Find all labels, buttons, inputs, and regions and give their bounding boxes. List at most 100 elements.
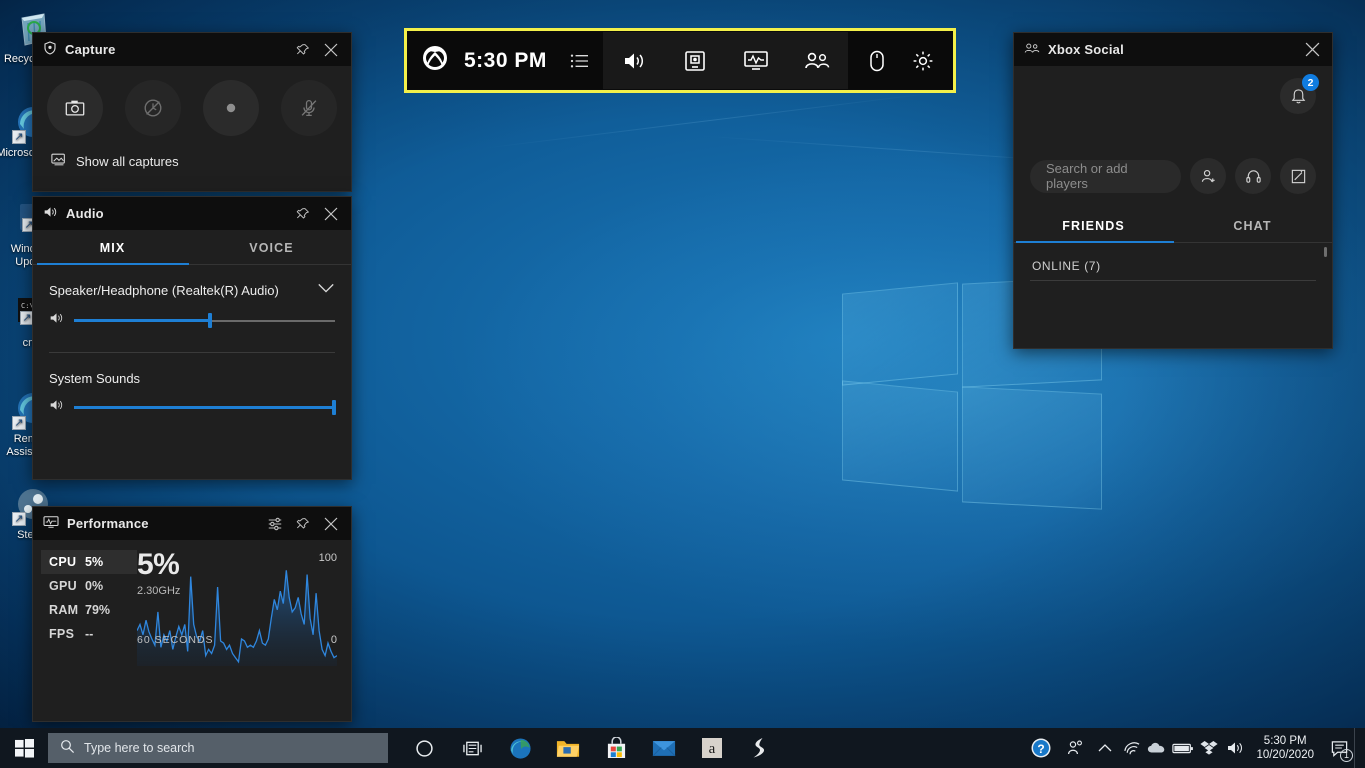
tray-onedrive-icon[interactable] bbox=[1144, 728, 1170, 768]
close-icon[interactable] bbox=[1298, 36, 1326, 64]
pin-icon[interactable] bbox=[289, 200, 317, 228]
tab-voice[interactable]: VOICE bbox=[192, 230, 351, 264]
tray-help-icon[interactable]: ? bbox=[1024, 728, 1058, 768]
stat-ram[interactable]: RAM 79% bbox=[41, 598, 137, 622]
volume-slider-thumb[interactable] bbox=[208, 313, 212, 328]
tab-chat[interactable]: CHAT bbox=[1173, 208, 1332, 242]
capture-titlebar[interactable]: Capture bbox=[33, 33, 351, 66]
show-all-captures-link[interactable]: Show all captures bbox=[33, 136, 351, 170]
taskbar-item-microsoft-edge[interactable] bbox=[496, 728, 544, 768]
xbox-social-tabs: FRIENDS CHAT bbox=[1014, 208, 1332, 243]
notifications-button[interactable]: 2 bbox=[1280, 78, 1316, 114]
game-bar-audio-button[interactable] bbox=[611, 32, 657, 89]
capture-title: Capture bbox=[65, 42, 116, 57]
clock-time: 5:30 PM bbox=[1256, 734, 1314, 748]
svg-text:a: a bbox=[709, 741, 716, 757]
record-last-30s-icon bbox=[142, 97, 164, 119]
stat-value: 5% bbox=[85, 555, 103, 569]
taskbar-clock[interactable]: 5:30 PM 10/20/2020 bbox=[1248, 734, 1324, 762]
audio-widget[interactable]: Audio MIX VOICE Speaker/Headphone (Realt… bbox=[32, 196, 352, 480]
taskbar-item-task-view[interactable] bbox=[448, 728, 496, 768]
pin-icon[interactable] bbox=[289, 510, 317, 538]
audio-titlebar[interactable]: Audio bbox=[33, 197, 351, 230]
stat-gpu[interactable]: GPU 0% bbox=[41, 574, 137, 598]
taskbar[interactable]: Type here to search a ? bbox=[0, 728, 1365, 768]
xbox-social-titlebar[interactable]: Xbox Social bbox=[1014, 33, 1332, 66]
xbox-social-widget[interactable]: Xbox Social 2 Search or add players FRIE… bbox=[1013, 32, 1333, 349]
record-last-30s-button[interactable] bbox=[125, 80, 181, 136]
online-divider bbox=[1030, 280, 1316, 281]
stat-fps[interactable]: FPS -- bbox=[41, 622, 137, 646]
friends-list[interactable]: ONLINE (7) bbox=[1014, 243, 1332, 281]
show-hidden-icons-button[interactable] bbox=[1092, 728, 1118, 768]
capture-buttons-row bbox=[33, 66, 351, 136]
taskbar-item-microsoft-store[interactable] bbox=[592, 728, 640, 768]
edge-icon bbox=[509, 737, 532, 760]
system-sounds-slider-thumb[interactable] bbox=[332, 400, 336, 415]
friends-scrollbar[interactable] bbox=[1324, 247, 1327, 257]
taskbar-item-file-explorer[interactable] bbox=[544, 728, 592, 768]
pin-icon[interactable] bbox=[289, 36, 317, 64]
xbox-logo-icon[interactable] bbox=[422, 45, 448, 76]
system-tray: ? 5:30 PM 10/20/2020 1 bbox=[1024, 728, 1365, 768]
add-friend-button[interactable] bbox=[1190, 158, 1226, 194]
taskbar-item-lightning-app[interactable] bbox=[736, 728, 784, 768]
capture-widget[interactable]: Capture Show all captures bbox=[32, 32, 352, 192]
compose-message-button[interactable] bbox=[1280, 158, 1316, 194]
taskbar-item-cortana[interactable] bbox=[400, 728, 448, 768]
game-bar-performance-button[interactable] bbox=[733, 32, 779, 89]
search-input[interactable]: Type here to search bbox=[48, 733, 388, 763]
mouse-icon bbox=[867, 49, 887, 73]
tray-people-icon[interactable] bbox=[1058, 728, 1092, 768]
audio-tabs: MIX VOICE bbox=[33, 230, 351, 265]
audio-device-volume[interactable] bbox=[33, 299, 351, 330]
close-icon[interactable] bbox=[317, 36, 345, 64]
tray-dropbox-icon[interactable] bbox=[1196, 728, 1222, 768]
search-placeholder: Type here to search bbox=[84, 741, 194, 755]
speaker-icon bbox=[622, 50, 646, 72]
stat-cpu[interactable]: CPU 5% bbox=[41, 550, 137, 574]
lightning-icon bbox=[751, 737, 769, 759]
tray-volume-icon[interactable] bbox=[1222, 728, 1248, 768]
stat-key: GPU bbox=[49, 579, 85, 593]
game-bar-right-segment bbox=[848, 32, 952, 89]
toggle-mic-button[interactable] bbox=[281, 80, 337, 136]
screenshot-button[interactable] bbox=[47, 80, 103, 136]
game-bar-xbox-social-button[interactable] bbox=[794, 32, 840, 89]
volume-slider-track[interactable] bbox=[74, 314, 335, 328]
taskbar-item-amazon[interactable]: a bbox=[688, 728, 736, 768]
tab-friends[interactable]: FRIENDS bbox=[1014, 208, 1173, 242]
party-chat-button[interactable] bbox=[1235, 158, 1271, 194]
taskbar-item-mail[interactable] bbox=[640, 728, 688, 768]
tab-mix[interactable]: MIX bbox=[33, 230, 192, 264]
sliders-icon[interactable] bbox=[261, 510, 289, 538]
performance-graph: 5% 2.30GHz 100 0 60 SECONDS bbox=[137, 550, 339, 646]
system-sounds-volume[interactable] bbox=[33, 386, 351, 417]
game-bar-resources-button[interactable] bbox=[854, 32, 900, 89]
widget-menu-icon[interactable] bbox=[561, 32, 599, 89]
capture-shield-icon bbox=[43, 41, 57, 58]
performance-widget[interactable]: Performance CPU 5% GPU 0% RAM 79% bbox=[32, 506, 352, 722]
game-bar-capture-button[interactable] bbox=[672, 32, 718, 89]
tray-wifi-icon[interactable] bbox=[1118, 728, 1144, 768]
audio-device-selector[interactable]: Speaker/Headphone (Realtek(R) Audio) bbox=[33, 265, 351, 299]
system-sounds-slider-track[interactable] bbox=[74, 401, 335, 415]
start-button[interactable] bbox=[0, 728, 48, 768]
game-bar-settings-button[interactable] bbox=[900, 32, 946, 89]
xbox-game-bar[interactable]: 5:30 PM bbox=[404, 28, 956, 93]
mic-muted-icon bbox=[298, 97, 320, 119]
store-icon bbox=[606, 737, 627, 759]
performance-monitor-icon bbox=[43, 515, 59, 532]
action-center-button[interactable]: 1 bbox=[1324, 728, 1354, 768]
close-icon[interactable] bbox=[317, 200, 345, 228]
performance-titlebar[interactable]: Performance bbox=[33, 507, 351, 540]
chevron-down-icon[interactable] bbox=[317, 281, 335, 299]
close-icon[interactable] bbox=[317, 510, 345, 538]
show-desktop-button[interactable] bbox=[1354, 728, 1361, 768]
taskbar-items: a bbox=[400, 728, 784, 768]
start-recording-button[interactable] bbox=[203, 80, 259, 136]
tray-battery-icon[interactable] bbox=[1170, 728, 1196, 768]
gear-icon bbox=[911, 49, 935, 73]
player-search-input[interactable]: Search or add players bbox=[1030, 160, 1181, 193]
show-all-captures-label: Show all captures bbox=[76, 154, 179, 169]
